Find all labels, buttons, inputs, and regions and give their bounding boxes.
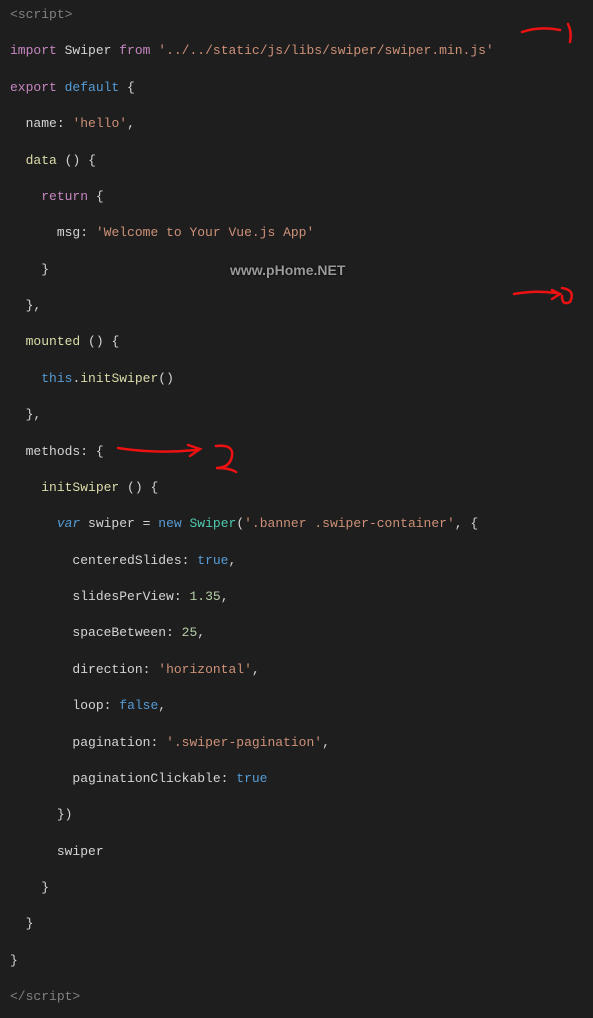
code-line: name: 'hello',	[10, 115, 583, 133]
code-line: }	[10, 915, 583, 933]
code-line: export default {	[10, 79, 583, 97]
code-line: direction: 'horizontal',	[10, 661, 583, 679]
code-line: }	[10, 952, 583, 970]
code-line: loop: false,	[10, 697, 583, 715]
code-block: <script> import Swiper from '../../stati…	[10, 6, 583, 1018]
code-line: slidesPerView: 1.35,	[10, 588, 583, 606]
code-line: spaceBetween: 25,	[10, 624, 583, 642]
code-line: return {	[10, 188, 583, 206]
code-line: methods: {	[10, 443, 583, 461]
code-line: initSwiper () {	[10, 479, 583, 497]
code-line: paginationClickable: true	[10, 770, 583, 788]
code-line: }	[10, 261, 583, 279]
code-line: data () {	[10, 152, 583, 170]
code-line: mounted () {	[10, 333, 583, 351]
code-line: <script>	[10, 6, 583, 24]
code-line: import Swiper from '../../static/js/libs…	[10, 42, 583, 60]
code-line: </script>	[10, 988, 583, 1006]
code-line: },	[10, 406, 583, 424]
code-line: var swiper = new Swiper('.banner .swiper…	[10, 515, 583, 533]
code-line: swiper	[10, 843, 583, 861]
code-line: })	[10, 806, 583, 824]
code-line: msg: 'Welcome to Your Vue.js App'	[10, 224, 583, 242]
code-line: this.initSwiper()	[10, 370, 583, 388]
code-line: }	[10, 879, 583, 897]
code-line: pagination: '.swiper-pagination',	[10, 734, 583, 752]
code-line: centeredSlides: true,	[10, 552, 583, 570]
code-line: },	[10, 297, 583, 315]
